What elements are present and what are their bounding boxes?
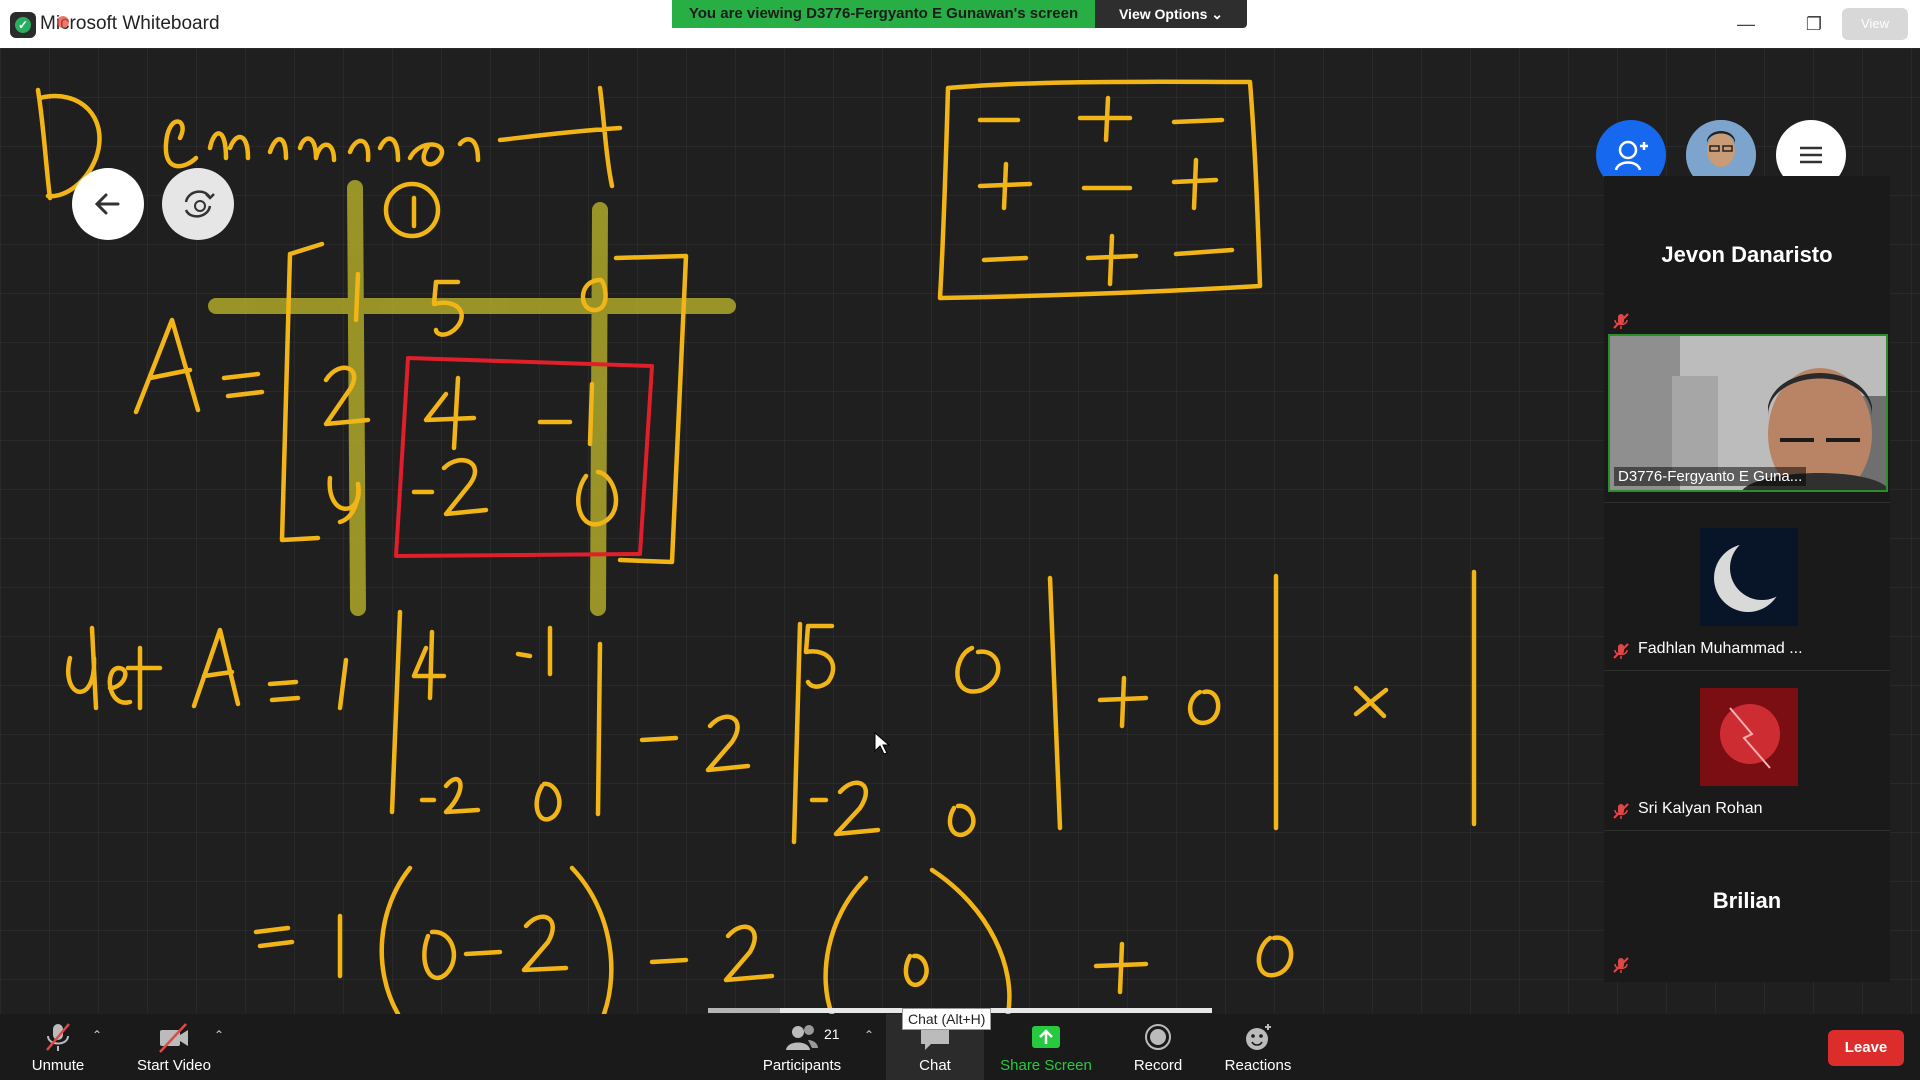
chevron-up-icon[interactable]: ⌃: [864, 1028, 874, 1042]
record-button[interactable]: Record: [1116, 1014, 1200, 1080]
self-name: Jevon Danaristo: [1661, 242, 1833, 267]
record-icon: [1145, 1024, 1171, 1050]
chevron-down-icon: ⌄: [1211, 6, 1224, 22]
video-tile-presenter[interactable]: D3776-Fergyanto E Guna...: [1608, 334, 1888, 492]
video-tile-label: D3776-Fergyanto E Guna...: [1614, 467, 1807, 486]
chat-label: Chat: [919, 1057, 951, 1074]
scrollbar-thumb[interactable]: [708, 1008, 780, 1013]
view-options-label: View Options: [1118, 6, 1208, 22]
minimize-button[interactable]: —: [1726, 10, 1766, 38]
participant-name: Fadhlan Muhammad ...: [1638, 640, 1803, 657]
recording-dot-icon: [57, 16, 69, 28]
participant-name: Sri Kalyan Rohan: [1638, 800, 1763, 817]
unmute-button[interactable]: Unmute: [18, 1014, 98, 1080]
cursor-icon: [874, 732, 890, 755]
reactions-label: Reactions: [1224, 1057, 1292, 1074]
share-status-text: You are viewing D3776-Fergyanto E Gunawa…: [672, 0, 1095, 28]
participants-button[interactable]: Participants: [756, 1014, 848, 1080]
share-screen-icon: [1032, 1026, 1060, 1048]
red-box: [394, 356, 654, 558]
screen-share-banner: You are viewing D3776-Fergyanto E Gunawa…: [672, 0, 1247, 28]
view-toggle-button[interactable]: View: [1842, 8, 1908, 40]
start-video-button[interactable]: Start Video: [130, 1014, 218, 1080]
share-screen-button[interactable]: Share Screen: [996, 1014, 1096, 1080]
participants-count: 21: [824, 1026, 840, 1042]
mic-off-icon: [1613, 957, 1629, 973]
start-video-label: Start Video: [137, 1057, 211, 1074]
arrow-left-icon: [94, 193, 120, 215]
rotate-view-button[interactable]: [162, 168, 234, 240]
chevron-up-icon[interactable]: ⌃: [92, 1028, 102, 1042]
mic-off-icon: [1613, 643, 1629, 659]
record-label: Record: [1133, 1057, 1183, 1074]
participants-label: Participants: [762, 1057, 842, 1074]
divider: [1604, 502, 1890, 503]
shield-check-icon: ✓: [15, 17, 31, 33]
divider: [1604, 670, 1890, 671]
view-toggle-label: View: [1861, 16, 1889, 31]
left-bracket: [279, 241, 325, 543]
participant-name: Brilian: [1712, 888, 1782, 913]
participant-gallery: Jevon Danaristo D3776-Fergyanto E Guna..…: [1604, 176, 1890, 982]
participants-icon: [786, 1025, 818, 1050]
smiley-icon: [1246, 1024, 1271, 1050]
chat-tooltip: Chat (Alt+H): [902, 1008, 992, 1030]
divider: [1604, 830, 1890, 831]
A-equals: [133, 317, 265, 415]
sign-marks: [977, 95, 1235, 287]
title-bar: ✓ Microsoft Whiteboard You are viewing D…: [0, 0, 1920, 49]
mic-off-icon: [1613, 803, 1629, 819]
mic-muted-icon: [46, 1023, 70, 1051]
det-text: [66, 625, 163, 711]
view-options-button[interactable]: View Options ⌄: [1095, 0, 1247, 28]
share-screen-label: Share Screen: [1000, 1057, 1092, 1074]
app-icon: ✓: [10, 12, 36, 38]
red-lightning-avatar: [1700, 688, 1798, 786]
rotate-icon: [184, 190, 215, 218]
moon-avatar: [1700, 528, 1798, 626]
chevron-up-icon[interactable]: ⌃: [214, 1028, 224, 1042]
mic-off-icon: [1613, 313, 1629, 329]
unmute-label: Unmute: [31, 1057, 85, 1074]
reactions-button[interactable]: Reactions: [1216, 1014, 1300, 1080]
restore-button[interactable]: ❐: [1794, 10, 1834, 38]
back-button[interactable]: [72, 168, 144, 240]
leave-button[interactable]: Leave: [1828, 1030, 1904, 1066]
video-off-icon: [159, 1023, 188, 1053]
result-equals: [253, 913, 343, 979]
det-A-equals-1: [191, 627, 349, 711]
determinant-bars: [389, 569, 1477, 845]
